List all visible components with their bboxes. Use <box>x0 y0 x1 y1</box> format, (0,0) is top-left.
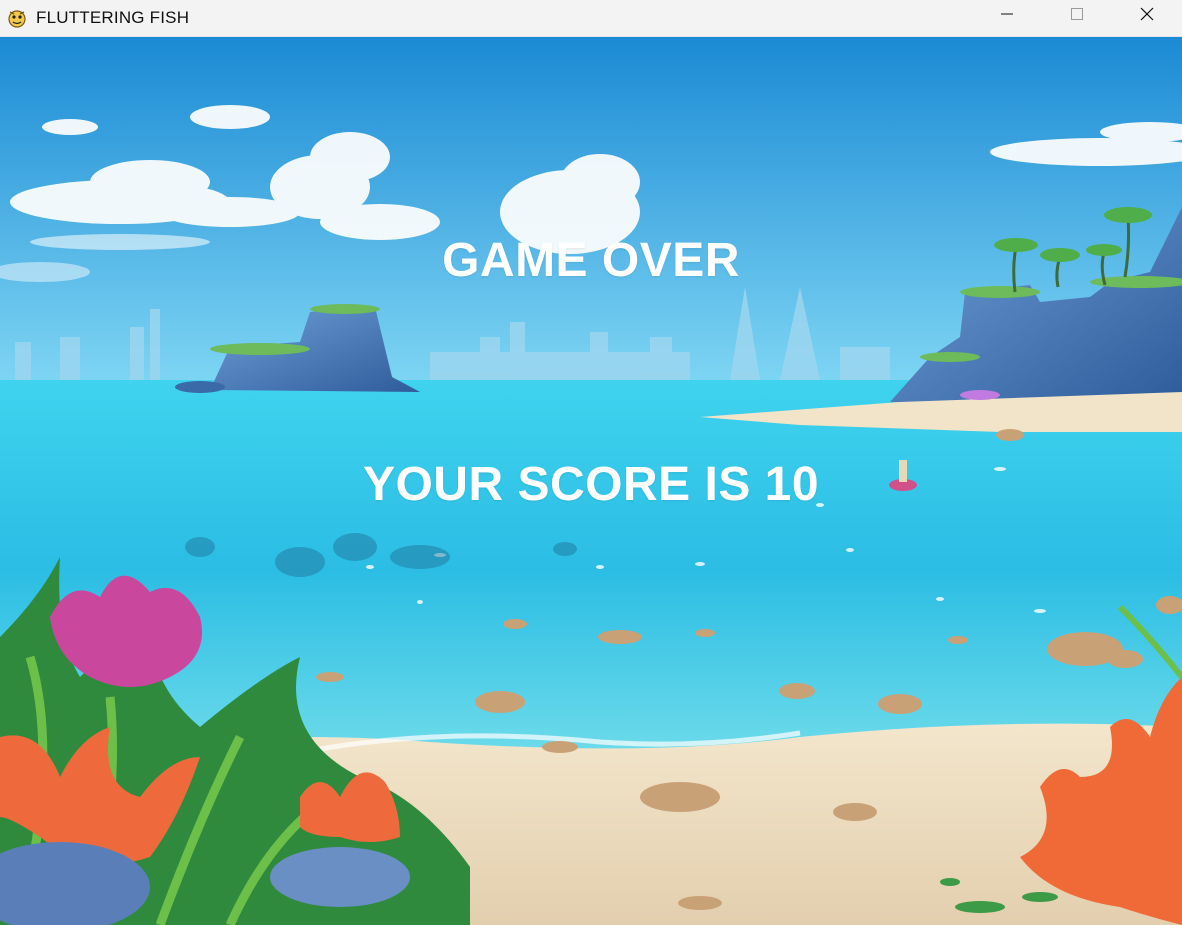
window-title: FLUTTERING FISH <box>36 8 190 27</box>
pygame-snake-icon <box>8 10 26 28</box>
score-text: YOUR SCORE IS 10 <box>362 458 820 511</box>
minimize-button[interactable] <box>972 0 1042 28</box>
game-canvas[interactable]: GAME OVER YOUR SCORE IS 10 <box>0 37 1182 925</box>
maximize-button[interactable] <box>1042 0 1112 28</box>
maximize-icon <box>1071 8 1083 20</box>
close-button[interactable] <box>1112 0 1182 28</box>
game-over-text: GAME OVER <box>442 234 740 287</box>
game-window: FLUTTERING FISH GAME OVER YOUR SCORE IS … <box>0 0 1182 925</box>
close-icon <box>1140 7 1154 21</box>
window-controls <box>972 0 1182 28</box>
minimize-icon <box>1001 13 1013 15</box>
title-bar[interactable]: FLUTTERING FISH <box>0 0 1182 37</box>
